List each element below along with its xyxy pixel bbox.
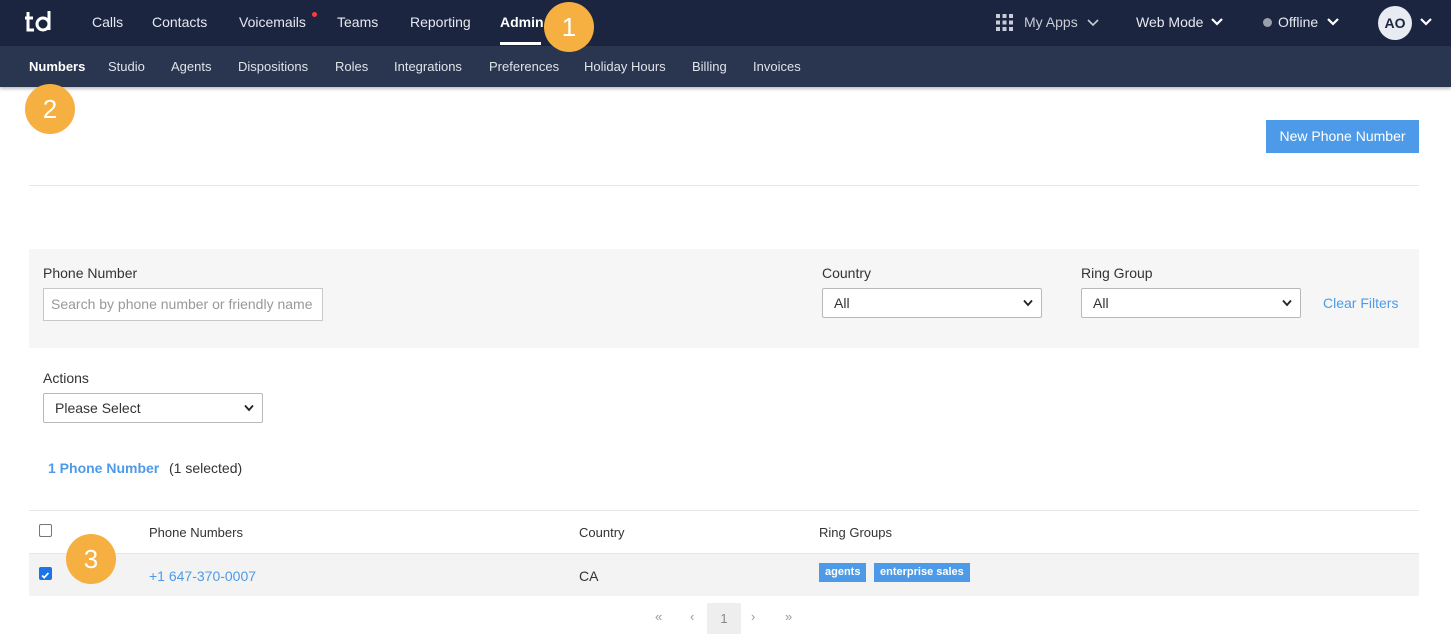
ring-group-filter-label: Ring Group xyxy=(1081,265,1153,281)
bulk-actions-select-value: Please Select xyxy=(55,400,141,416)
previous-page-button[interactable]: ‹ xyxy=(690,609,694,624)
subnav-holiday-hours[interactable]: Holiday Hours xyxy=(584,46,666,87)
subnav-billing[interactable]: Billing xyxy=(692,46,727,87)
nav-teams[interactable]: Teams xyxy=(337,0,378,46)
nav-contacts[interactable]: Contacts xyxy=(152,0,207,46)
subnav-numbers[interactable]: Numbers xyxy=(29,46,85,87)
country-cell: CA xyxy=(579,568,599,584)
user-avatar[interactable]: AO xyxy=(1378,6,1412,40)
chevron-down-icon[interactable] xyxy=(1327,18,1339,26)
first-page-button[interactable]: « xyxy=(655,609,662,624)
phone-number-count-link[interactable]: 1 Phone Number xyxy=(48,460,159,476)
nav-calls[interactable]: Calls xyxy=(92,0,123,46)
subnav-agents[interactable]: Agents xyxy=(171,46,211,87)
chevron-down-icon xyxy=(244,404,254,412)
subnav-integrations[interactable]: Integrations xyxy=(394,46,462,87)
subnav-invoices[interactable]: Invoices xyxy=(753,46,801,87)
bulk-actions-select[interactable]: Please Select xyxy=(43,393,263,423)
country-filter-label: Country xyxy=(822,265,872,281)
ring-group-select-value: All xyxy=(1093,295,1109,311)
apps-grid-icon[interactable] xyxy=(996,14,1013,31)
admin-sub-navigation: Numbers Studio Agents Dispositions Roles… xyxy=(0,46,1451,87)
status-indicator-icon xyxy=(1263,18,1272,27)
ring-group-tag: enterprise sales xyxy=(874,563,970,582)
phone-number-filter-label: Phone Number xyxy=(43,265,138,281)
row-checkbox[interactable] xyxy=(39,567,52,580)
column-header-ring-groups[interactable]: Ring Groups xyxy=(819,525,892,540)
subnav-roles[interactable]: Roles xyxy=(335,46,368,87)
ring-group-select[interactable]: All xyxy=(1081,288,1301,318)
subnav-preferences[interactable]: Preferences xyxy=(489,46,559,87)
subnav-studio[interactable]: Studio xyxy=(108,46,145,87)
selected-count: (1 selected) xyxy=(169,460,243,476)
talkdesk-logo-icon[interactable] xyxy=(24,6,56,38)
phone-number-link[interactable]: +1 647-370-0007 xyxy=(149,568,256,584)
nav-reporting[interactable]: Reporting xyxy=(410,0,471,46)
callout-marker-2: 2 xyxy=(25,84,75,134)
header-divider xyxy=(29,185,1419,186)
column-header-country[interactable]: Country xyxy=(579,525,625,540)
ring-group-tag: agents xyxy=(819,563,867,582)
table-top-border xyxy=(29,510,1419,511)
voicemail-notification-dot xyxy=(312,12,317,17)
nav-admin[interactable]: Admin xyxy=(500,0,544,46)
chevron-down-icon xyxy=(1282,299,1292,307)
clear-filters-link[interactable]: Clear Filters xyxy=(1323,295,1398,311)
my-apps-menu[interactable]: My Apps xyxy=(1024,0,1078,46)
select-all-checkbox[interactable] xyxy=(39,524,52,537)
current-page-number[interactable]: 1 xyxy=(707,603,741,634)
new-phone-number-button[interactable]: New Phone Number xyxy=(1266,120,1419,153)
column-header-phone-numbers[interactable]: Phone Numbers xyxy=(149,525,243,540)
country-select-value: All xyxy=(834,295,850,311)
country-select[interactable]: All xyxy=(822,288,1042,318)
nav-voicemails[interactable]: Voicemails xyxy=(239,0,306,46)
last-page-button[interactable]: » xyxy=(785,609,792,624)
chevron-down-icon[interactable] xyxy=(1087,19,1099,27)
checkmark-icon xyxy=(41,572,50,579)
subnav-dispositions[interactable]: Dispositions xyxy=(238,46,308,87)
chevron-down-icon[interactable] xyxy=(1211,18,1223,26)
phone-number-search-input[interactable]: Search by phone number or friendly name xyxy=(43,288,323,321)
web-mode-menu[interactable]: Web Mode xyxy=(1136,0,1203,46)
chevron-down-icon xyxy=(1023,299,1033,307)
callout-marker-1: 1 xyxy=(544,2,594,52)
top-navigation-bar: Calls Contacts Voicemails Teams Reportin… xyxy=(0,0,1451,46)
active-tab-underline xyxy=(500,42,541,45)
callout-marker-3: 3 xyxy=(66,534,116,584)
chevron-down-icon[interactable] xyxy=(1420,18,1432,26)
actions-label: Actions xyxy=(43,370,89,386)
status-menu[interactable]: Offline xyxy=(1278,0,1318,46)
next-page-button[interactable]: › xyxy=(751,609,755,624)
